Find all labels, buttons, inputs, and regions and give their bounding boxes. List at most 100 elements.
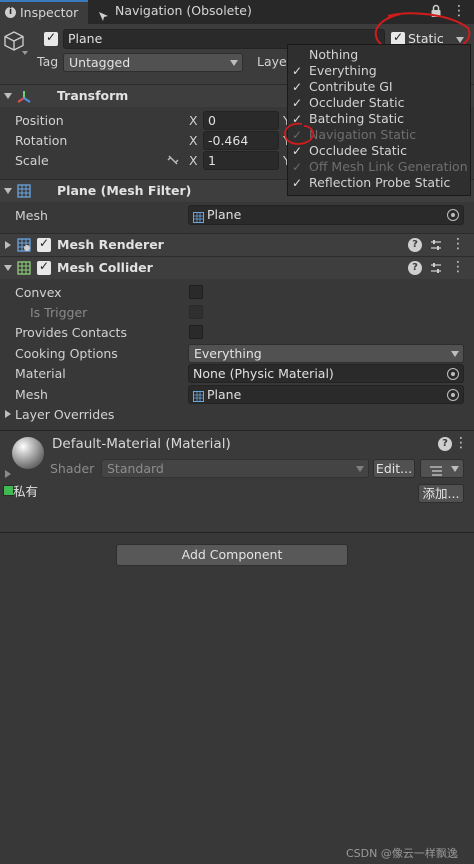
- material-label: Material: [15, 366, 66, 381]
- position-x-axis-label[interactable]: X: [189, 113, 198, 128]
- mesh-renderer-title: Mesh Renderer: [57, 237, 164, 252]
- link-broken-icon[interactable]: [166, 154, 180, 166]
- watermark-text: CSDN @像云一样飘逸: [346, 847, 458, 860]
- chevron-down-icon: [451, 466, 459, 472]
- shader-options-button[interactable]: [420, 459, 464, 478]
- tag-value: Untagged: [69, 55, 131, 70]
- help-icon[interactable]: ?: [408, 238, 422, 252]
- position-label: Position: [15, 113, 64, 128]
- cooking-options-dropdown[interactable]: Everything: [188, 344, 464, 363]
- add-component-button[interactable]: Add Component: [116, 544, 348, 566]
- position-x-input[interactable]: 0: [203, 111, 279, 130]
- mesh-filter-mesh-field[interactable]: Plane: [188, 205, 464, 225]
- collider-mesh-value: Plane: [207, 387, 242, 402]
- transform-title: Transform: [57, 88, 129, 103]
- navigation-icon: [98, 6, 109, 21]
- chevron-down-icon: [230, 60, 238, 66]
- section-divider: [0, 532, 474, 533]
- mesh-renderer-enabled-checkbox[interactable]: [37, 236, 51, 252]
- material-sphere-preview: [12, 437, 44, 469]
- mesh-renderer-icon: [17, 238, 31, 252]
- active-checkbox[interactable]: [44, 30, 58, 46]
- info-icon: i: [5, 7, 16, 18]
- private-label: 私有: [13, 484, 39, 499]
- presets-sliders-icon[interactable]: [429, 261, 443, 275]
- help-icon[interactable]: ?: [408, 261, 422, 275]
- chevron-down-icon: [451, 351, 459, 357]
- menu-item-reflection-probe-static[interactable]: ✓ Reflection Probe Static: [288, 175, 470, 191]
- physic-material-field[interactable]: None (Physic Material): [188, 364, 464, 383]
- rotation-label: Rotation: [15, 133, 68, 148]
- foldout-arrow-icon[interactable]: [4, 188, 12, 194]
- help-icon[interactable]: ?: [438, 437, 452, 451]
- checkmark-icon: ✓: [292, 64, 303, 78]
- provides-contacts-label: Provides Contacts: [15, 325, 127, 340]
- mesh-grid-icon: [193, 210, 204, 223]
- convex-label: Convex: [15, 285, 62, 300]
- checkmark-icon: ✓: [292, 160, 303, 174]
- shader-edit-button[interactable]: Edit...: [373, 459, 415, 478]
- shader-dropdown[interactable]: Standard: [101, 459, 369, 478]
- menu-item-occluder-static[interactable]: ✓ Occluder Static: [288, 95, 470, 111]
- add-property-button[interactable]: 添加...: [418, 484, 464, 503]
- rotation-x-input[interactable]: -0.464: [203, 131, 279, 150]
- object-picker-icon[interactable]: [447, 209, 459, 221]
- layer-overrides-label: Layer Overrides: [15, 407, 115, 422]
- checkmark-icon: ✓: [292, 96, 303, 110]
- cooking-options-label: Cooking Options: [15, 346, 118, 361]
- scale-x-input[interactable]: 1: [203, 151, 279, 170]
- material-section: Default-Material (Material) ? ⋮ Shader S…: [0, 431, 474, 531]
- edit-label: Edit...: [375, 461, 413, 476]
- red-annotation-mark: [284, 122, 315, 145]
- tab-inspector[interactable]: i Inspector: [0, 0, 88, 24]
- menu-item-nothing[interactable]: Nothing: [288, 47, 470, 63]
- mesh-collider-icon: [17, 261, 31, 275]
- checkmark-icon: ✓: [292, 80, 303, 94]
- cooking-options-value: Everything: [194, 346, 262, 361]
- object-picker-icon[interactable]: [447, 368, 459, 380]
- component-kebab-icon[interactable]: ⋮: [454, 434, 468, 452]
- tag-dropdown[interactable]: Untagged: [63, 53, 243, 72]
- is-trigger-checkbox: [189, 305, 203, 319]
- gameobject-cube-icon: [3, 30, 25, 52]
- transform-axis-icon: [16, 89, 32, 105]
- foldout-arrow-icon[interactable]: [5, 410, 11, 418]
- list-icon: [429, 464, 443, 476]
- scale-x-axis-label[interactable]: X: [189, 153, 198, 168]
- tab-navigation-label: Navigation (Obsolete): [115, 3, 252, 18]
- mesh-filter-grid-icon: [17, 184, 31, 198]
- chevron-down-icon: [356, 466, 364, 472]
- scale-label: Scale: [15, 153, 49, 168]
- menu-item-contribute-gi[interactable]: ✓ Contribute GI: [288, 79, 470, 95]
- rotation-x-axis-label[interactable]: X: [189, 133, 198, 148]
- tab-navigation[interactable]: Navigation (Obsolete): [96, 0, 286, 24]
- layer-overrides-foldout[interactable]: Layer Overrides: [0, 405, 200, 423]
- foldout-arrow-icon[interactable]: [4, 93, 12, 99]
- foldout-arrow-icon[interactable]: [4, 265, 12, 271]
- mesh-filter-mesh-value: Plane: [207, 207, 242, 222]
- menu-item-everything[interactable]: ✓ Everything: [288, 63, 470, 79]
- object-picker-icon[interactable]: [447, 389, 459, 401]
- component-kebab-icon[interactable]: ⋮: [451, 235, 465, 253]
- convex-checkbox[interactable]: [189, 285, 203, 299]
- component-kebab-icon[interactable]: ⋮: [451, 258, 465, 276]
- is-trigger-label: Is Trigger: [30, 305, 88, 320]
- tab-inspector-label: Inspector: [20, 5, 79, 20]
- foldout-arrow-icon[interactable]: [5, 241, 11, 249]
- tag-label: Tag: [37, 54, 59, 69]
- menu-item-off-mesh-link-generation: ✓ Off Mesh Link Generation: [292, 159, 468, 174]
- presets-sliders-icon[interactable]: [429, 238, 443, 252]
- mesh-grid-icon: [193, 389, 204, 402]
- mesh-collider-header[interactable]: Mesh Collider ? ⋮: [0, 256, 474, 279]
- mesh-filter-title: Plane (Mesh Filter): [57, 183, 192, 198]
- add-component-label: Add Component: [181, 547, 283, 562]
- foldout-arrow-icon[interactable]: [5, 470, 11, 478]
- collider-mesh-field[interactable]: Plane: [188, 385, 464, 404]
- mesh-renderer-header[interactable]: Mesh Renderer ? ⋮: [0, 233, 474, 256]
- add-label: 添加...: [422, 486, 460, 501]
- provides-contacts-checkbox[interactable]: [189, 325, 203, 339]
- mesh-collider-enabled-checkbox[interactable]: [37, 259, 51, 275]
- collider-mesh-label: Mesh: [15, 387, 48, 402]
- mesh-filter-mesh-label: Mesh: [15, 208, 48, 223]
- checkmark-icon: ✓: [292, 176, 303, 190]
